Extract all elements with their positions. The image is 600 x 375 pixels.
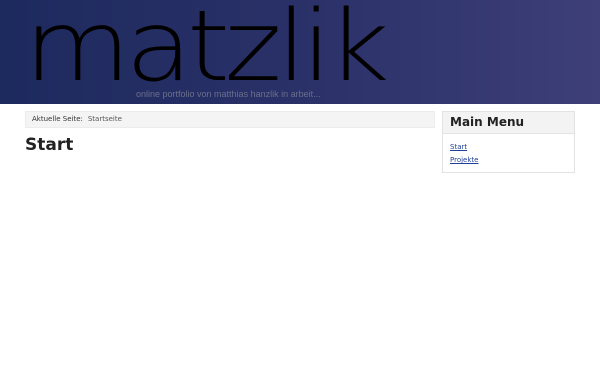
- breadcrumb-current: Startseite: [87, 115, 122, 123]
- site-logo[interactable]: matzlik: [24, 0, 390, 96]
- breadcrumb: Aktuelle Seite: Startseite: [25, 111, 435, 128]
- menu-link-projekte[interactable]: Projekte: [450, 156, 478, 164]
- site-header: matzlik online portfolio von matthias ha…: [0, 0, 600, 104]
- site-tagline: online portfolio von matthias hanzlik in…: [136, 89, 321, 99]
- main-menu: Main Menu Start Projekte: [442, 111, 575, 173]
- menu-item-start: Start: [450, 141, 574, 154]
- breadcrumb-label: Aktuelle Seite:: [32, 115, 83, 123]
- menu-link-start[interactable]: Start: [450, 143, 467, 151]
- main-menu-list: Start Projekte: [443, 134, 574, 167]
- menu-item-projekte: Projekte: [450, 154, 574, 167]
- main-menu-title: Main Menu: [443, 112, 574, 134]
- page-title: Start: [25, 135, 74, 155]
